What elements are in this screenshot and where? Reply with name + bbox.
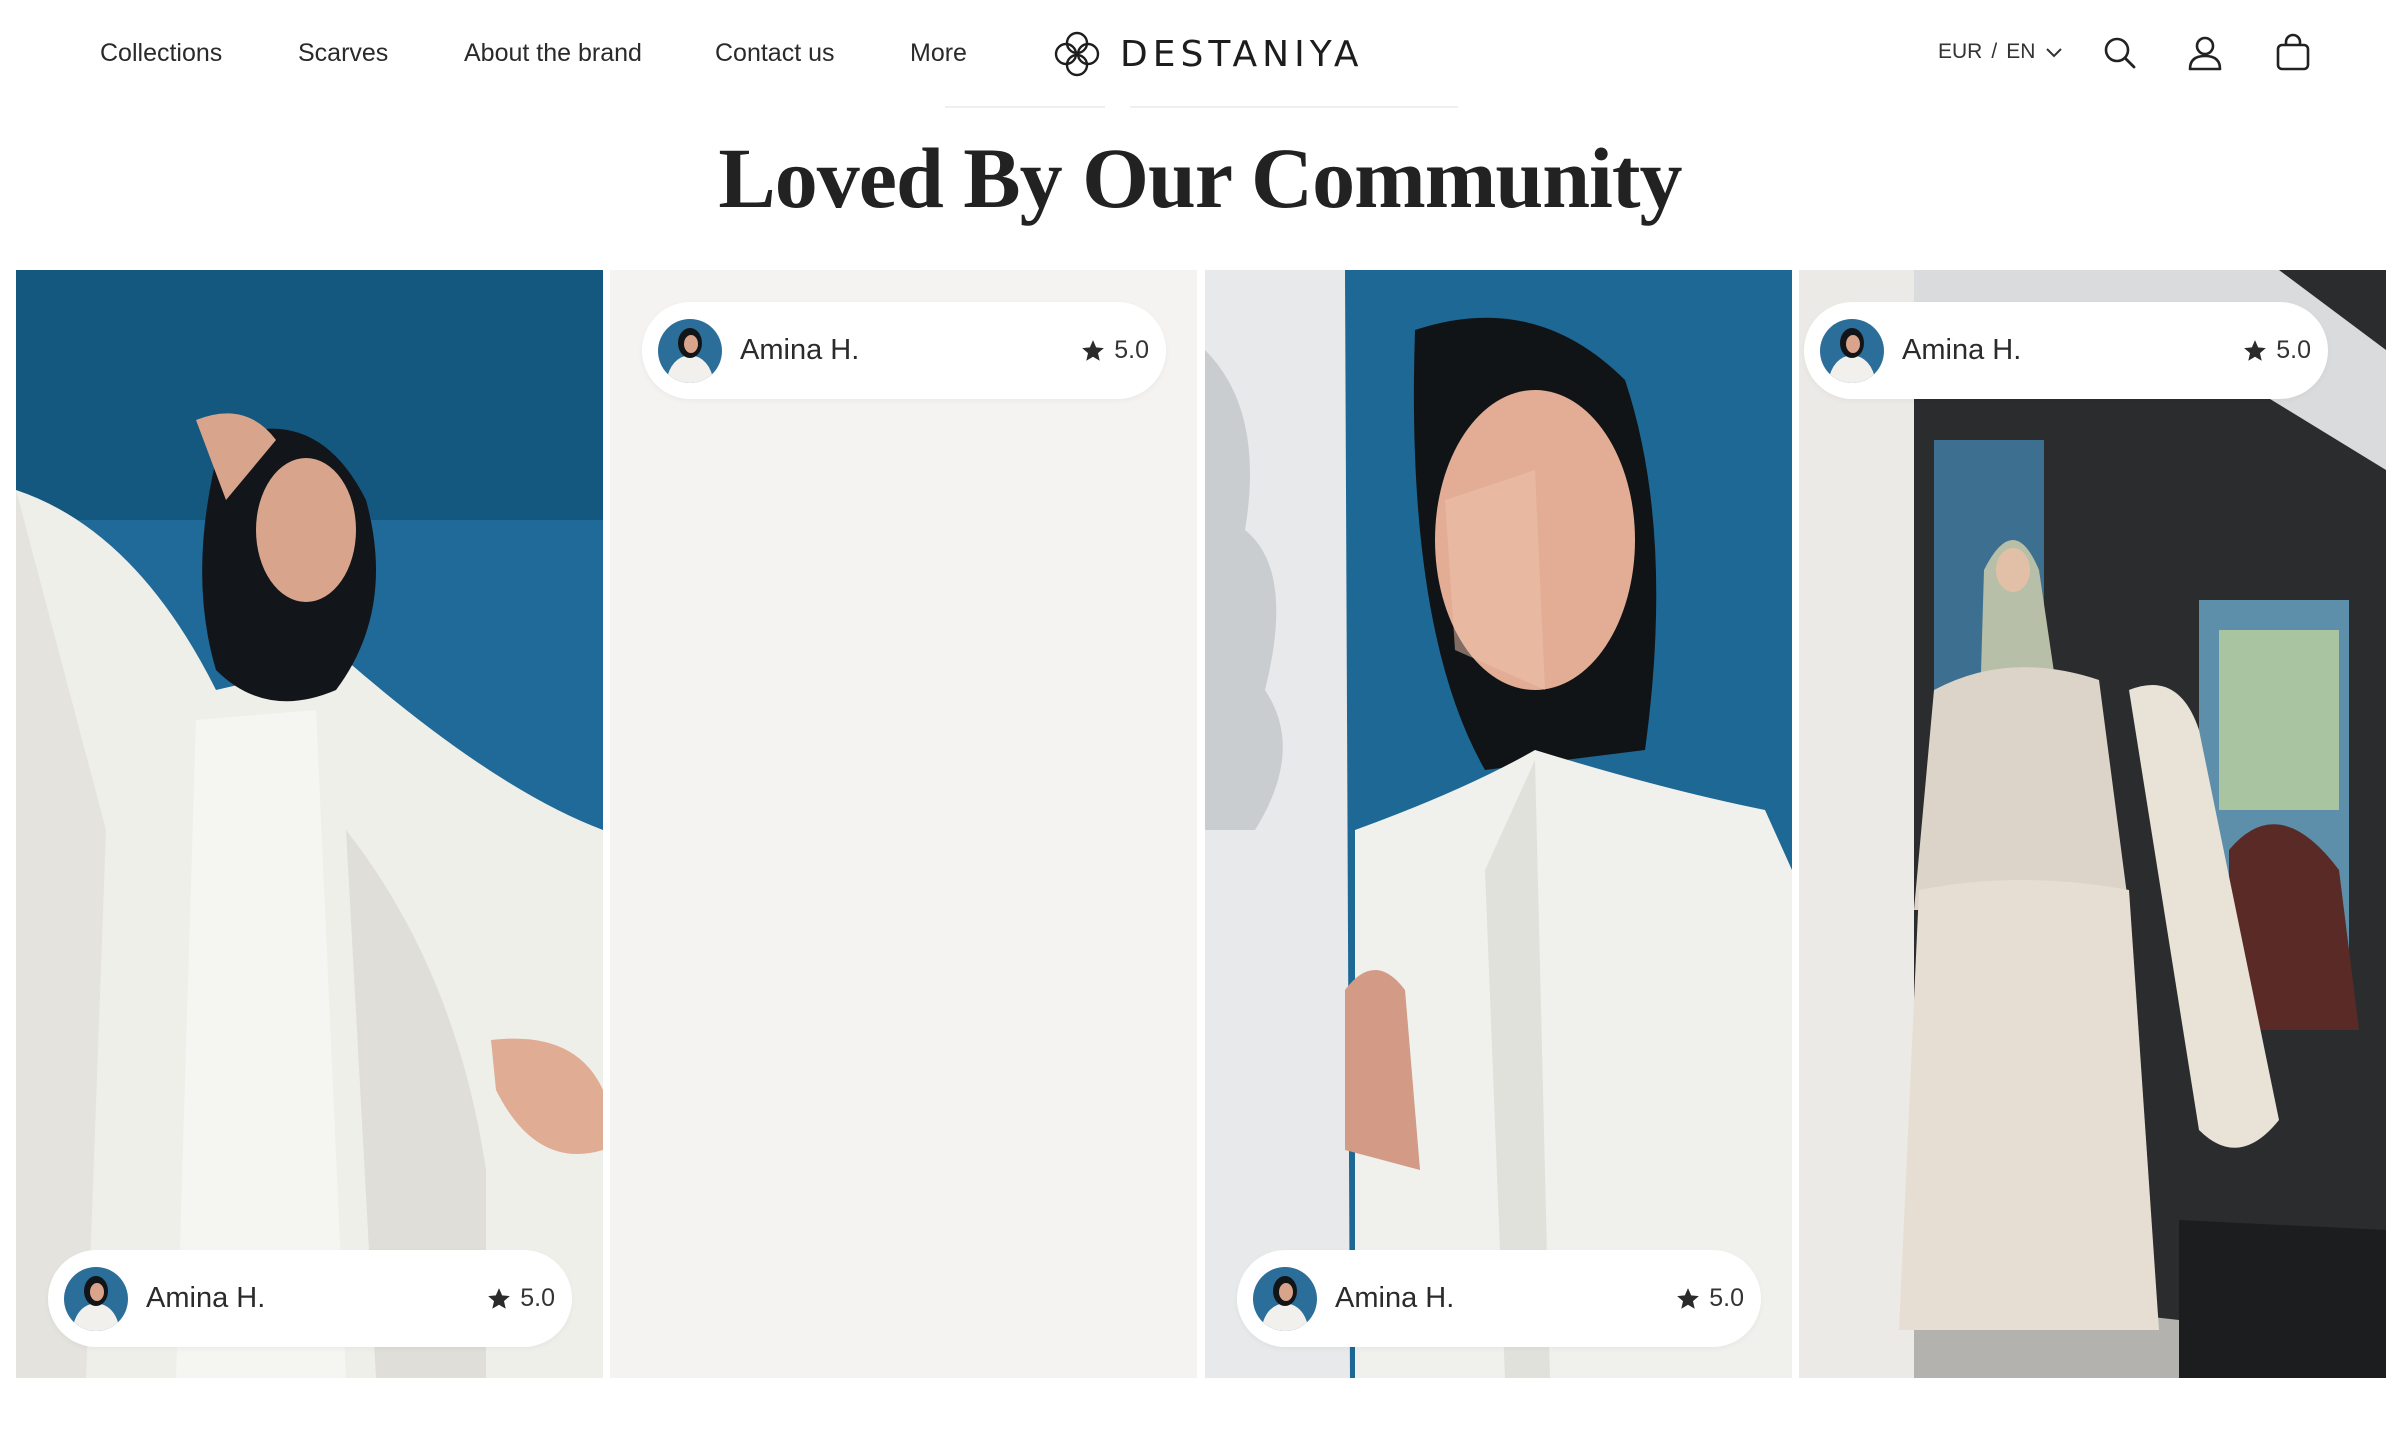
star-icon [488, 1287, 511, 1309]
review-photo [1205, 270, 1792, 1378]
nav-collections[interactable]: Collections [100, 37, 222, 69]
language-label: EN [2006, 40, 2036, 63]
review-badge[interactable]: Amina H. 5.0 [1237, 1250, 1761, 1347]
locale-separator: / [1991, 40, 1998, 63]
rating-value: 5.0 [1114, 336, 1149, 364]
chevron-down-icon [2046, 48, 2063, 58]
cart-icon[interactable] [2273, 33, 2313, 73]
reviewer-name: Amina H. [740, 334, 860, 366]
review-photo [16, 270, 603, 1378]
rating: 5.0 [2242, 336, 2311, 365]
nav-scarves[interactable]: Scarves [298, 37, 388, 69]
review-photo [610, 270, 1197, 1378]
brand-logo-icon [1054, 31, 1100, 77]
nav-divider [945, 106, 1105, 108]
nav-about-the-brand[interactable]: About the brand [464, 37, 642, 69]
review-card[interactable]: Amina H. 5.0 [1799, 270, 2386, 1378]
currency-label: EUR [1938, 40, 1983, 63]
nav-contact-us[interactable]: Contact us [715, 37, 835, 69]
review-badge[interactable]: Amina H. 5.0 [642, 302, 1166, 399]
avatar [64, 1266, 128, 1331]
site-header: Collections Scarves About the brand Cont… [0, 0, 2400, 108]
review-photo [1799, 270, 2386, 1378]
locale-selector[interactable]: EUR / EN [1938, 40, 2064, 64]
star-icon [1677, 1287, 1700, 1309]
rating: 5.0 [486, 1284, 555, 1313]
review-card[interactable]: Amina H. 5.0 [16, 270, 603, 1378]
nav-more[interactable]: More [910, 37, 967, 69]
rating-value: 5.0 [520, 1284, 555, 1312]
section-title: Loved By Our Community [718, 130, 1682, 226]
star-icon [1082, 339, 1105, 361]
nav-divider [1130, 106, 1458, 108]
search-icon[interactable] [2100, 33, 2140, 73]
reviewer-name: Amina H. [1335, 1282, 1455, 1314]
review-card[interactable]: Amina H. 5.0 [1205, 270, 1792, 1378]
rating: 5.0 [1675, 1284, 1744, 1313]
avatar [1253, 1266, 1317, 1331]
rating: 5.0 [1080, 336, 1149, 365]
brand-name: DESTANIYA [1120, 33, 1364, 75]
review-badge[interactable]: Amina H. 5.0 [1804, 302, 2328, 399]
reviewer-name: Amina H. [1902, 334, 2022, 366]
account-icon[interactable] [2185, 33, 2225, 73]
reviewer-name: Amina H. [146, 1282, 266, 1314]
rating-value: 5.0 [1709, 1284, 1744, 1312]
rating-value: 5.0 [2276, 336, 2311, 364]
review-badge[interactable]: Amina H. 5.0 [48, 1250, 572, 1347]
avatar [658, 318, 722, 383]
star-icon [2244, 339, 2267, 361]
avatar [1820, 318, 1884, 383]
brand-logo[interactable]: DESTANIYA [1052, 26, 1364, 82]
review-card[interactable]: Amina H. 5.0 [610, 270, 1197, 1378]
